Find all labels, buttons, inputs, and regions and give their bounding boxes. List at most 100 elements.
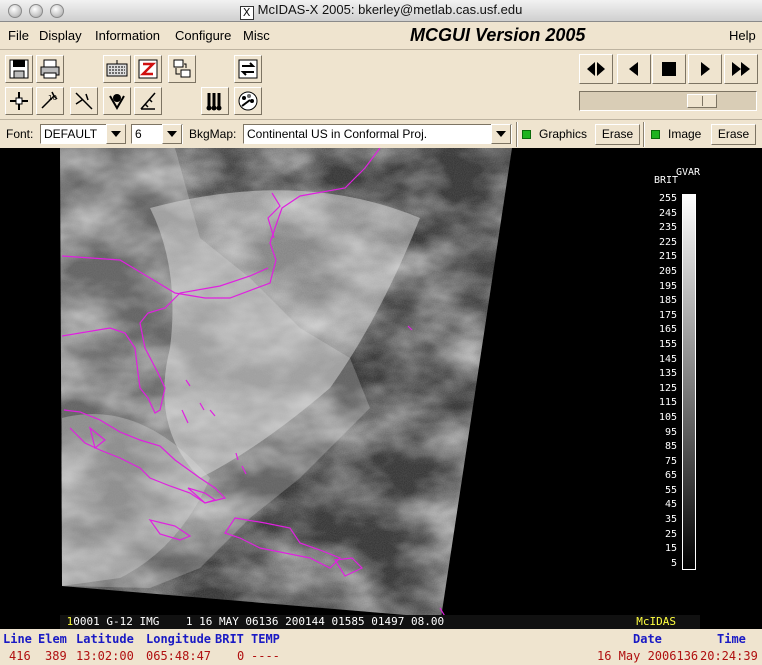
- chevron-down-icon[interactable]: [491, 124, 511, 144]
- elem-header: Elem: [38, 632, 67, 646]
- satellite-image: [60, 148, 512, 619]
- chevron-down-icon[interactable]: [106, 124, 126, 144]
- colorbar: [682, 194, 696, 570]
- x11-icon: X: [239, 6, 254, 20]
- latitude-value: 13:02:00: [76, 649, 134, 663]
- meteogram-icon: [75, 92, 93, 110]
- options-bar: Font: DEFAULT 6 BkgMap: Continental US i…: [0, 119, 762, 148]
- step-both-icon: [587, 62, 605, 76]
- play-icon: [701, 62, 710, 76]
- palette-button[interactable]: [234, 87, 262, 115]
- colorbar-tick: 145: [658, 353, 677, 365]
- chevron-down-icon[interactable]: [162, 124, 182, 144]
- fast-forward-icon: [732, 62, 750, 76]
- colorbar-tick: 215: [658, 251, 677, 263]
- colorbar-tick: 185: [658, 295, 677, 307]
- bkgmap-select[interactable]: Continental US in Conformal Proj.: [243, 124, 512, 144]
- menu-help[interactable]: Help: [729, 28, 756, 43]
- graphics-label: Graphics: [539, 127, 588, 141]
- loop-toggle-button[interactable]: [234, 55, 262, 83]
- colorbar-tick: 55: [664, 484, 677, 496]
- colorbar-tick: 75: [664, 455, 677, 467]
- colorbar-tick: 85: [664, 441, 677, 453]
- save-icon: [9, 59, 29, 79]
- colorbar-tick: 95: [664, 426, 677, 438]
- colorbar-tick: 25: [664, 528, 677, 540]
- thermometers-button[interactable]: [201, 87, 229, 115]
- step-back-button[interactable]: [617, 54, 651, 84]
- slider-thumb[interactable]: [687, 94, 717, 108]
- menu-file[interactable]: File: [8, 28, 29, 43]
- cursor-status-bar: Line Elem Latitude Longitude BRIT TEMP D…: [0, 629, 762, 665]
- colorbar-tick: 5: [670, 557, 677, 569]
- image-display[interactable]: GVAR BRIT 255 245 235 225 215 205 195 18…: [0, 148, 762, 629]
- play-button[interactable]: [688, 54, 722, 84]
- keyboard-button[interactable]: [103, 55, 131, 83]
- colorbar-tick: 135: [658, 368, 677, 380]
- colorbar-tick: 195: [658, 280, 677, 292]
- colorbar-tick: 165: [658, 324, 677, 336]
- app-title: MCGUI Version 2005: [410, 25, 586, 45]
- station-plot-button[interactable]: [103, 87, 131, 115]
- transfer-button[interactable]: [168, 55, 196, 83]
- window-title: McIDAS-X 2005: bkerley@metlab.cas.usf.ed…: [257, 2, 523, 17]
- skew-t-button[interactable]: [134, 87, 162, 115]
- transfer-icon: [173, 59, 191, 78]
- print-button[interactable]: [36, 55, 64, 83]
- menu-display[interactable]: Display: [39, 28, 82, 43]
- zoom-button[interactable]: [134, 55, 162, 83]
- cursor-probe-button[interactable]: [5, 87, 33, 115]
- title-bar: X McIDAS-X 2005: bkerley@metlab.cas.usf.e…: [0, 0, 762, 22]
- mcidas-window: X McIDAS-X 2005: bkerley@metlab.cas.usf.e…: [0, 0, 762, 665]
- stop-icon: [662, 62, 676, 76]
- menu-information[interactable]: Information: [95, 28, 160, 43]
- image-label: Image: [668, 127, 702, 141]
- time-header: Time: [717, 632, 746, 646]
- colorbar-tick: 245: [658, 207, 677, 219]
- temp-value: ----: [251, 649, 280, 663]
- step-back-icon: [629, 62, 638, 76]
- date-header: Date: [633, 632, 662, 646]
- step-both-button[interactable]: [579, 54, 613, 84]
- cursor-probe-icon: [10, 92, 28, 110]
- brit-header: BRIT: [215, 632, 244, 646]
- colorbar-tick: 175: [658, 309, 677, 321]
- image-indicator-icon[interactable]: [651, 130, 660, 139]
- colorbar-tick: 15: [664, 543, 677, 555]
- image-info-line: 10001 G-12 IMG 1 16 MAY 06136 200144 015…: [60, 615, 700, 629]
- zoom-icon: [138, 59, 158, 79]
- loop-toggle-icon: [238, 59, 258, 79]
- loop-speed-slider[interactable]: [579, 91, 757, 111]
- longitude-header: Longitude: [146, 632, 212, 646]
- skew-t-icon: [140, 92, 156, 110]
- erase-graphics-button[interactable]: Erase: [595, 124, 640, 145]
- fast-forward-button[interactable]: [724, 54, 758, 84]
- colorbar-tick: 105: [658, 411, 677, 423]
- menu-configure[interactable]: Configure: [175, 28, 231, 43]
- colorbar-tick: 65: [664, 470, 677, 482]
- colorbar-tick: 125: [658, 382, 677, 394]
- font-label: Font:: [6, 127, 34, 141]
- wind-barb-button[interactable]: 10: [36, 87, 64, 115]
- erase-image-button[interactable]: Erase: [711, 124, 756, 145]
- menu-bar: File Display Information Configure Misc …: [0, 22, 762, 50]
- image-metadata: 0001 G-12 IMG 1 16 MAY 06136 200144 0158…: [73, 615, 445, 628]
- svg-text:10: 10: [48, 94, 57, 102]
- colorbar-tick: 205: [658, 265, 677, 277]
- longitude-value: 065:48:47: [146, 649, 212, 663]
- menu-misc[interactable]: Misc: [243, 28, 270, 43]
- time-value: 20:24:39: [700, 649, 758, 663]
- elem-value: 389: [45, 649, 67, 663]
- bkgmap-label: BkgMap:: [189, 127, 237, 141]
- colorbar-tick: 45: [664, 499, 677, 511]
- colorbar-labels: 255 245 235 225 215 205 195 185 175 165 …: [655, 192, 677, 571]
- colorbar-tick: 255: [658, 193, 677, 204]
- line-value: 416: [9, 649, 31, 663]
- meteogram-button[interactable]: [70, 87, 98, 115]
- colorbar-tick: 115: [658, 397, 677, 409]
- save-button[interactable]: [5, 55, 33, 83]
- palette-icon: [238, 91, 258, 111]
- wind-barb-icon: 10: [41, 91, 58, 109]
- stop-button[interactable]: [652, 54, 686, 84]
- graphics-indicator-icon[interactable]: [522, 130, 531, 139]
